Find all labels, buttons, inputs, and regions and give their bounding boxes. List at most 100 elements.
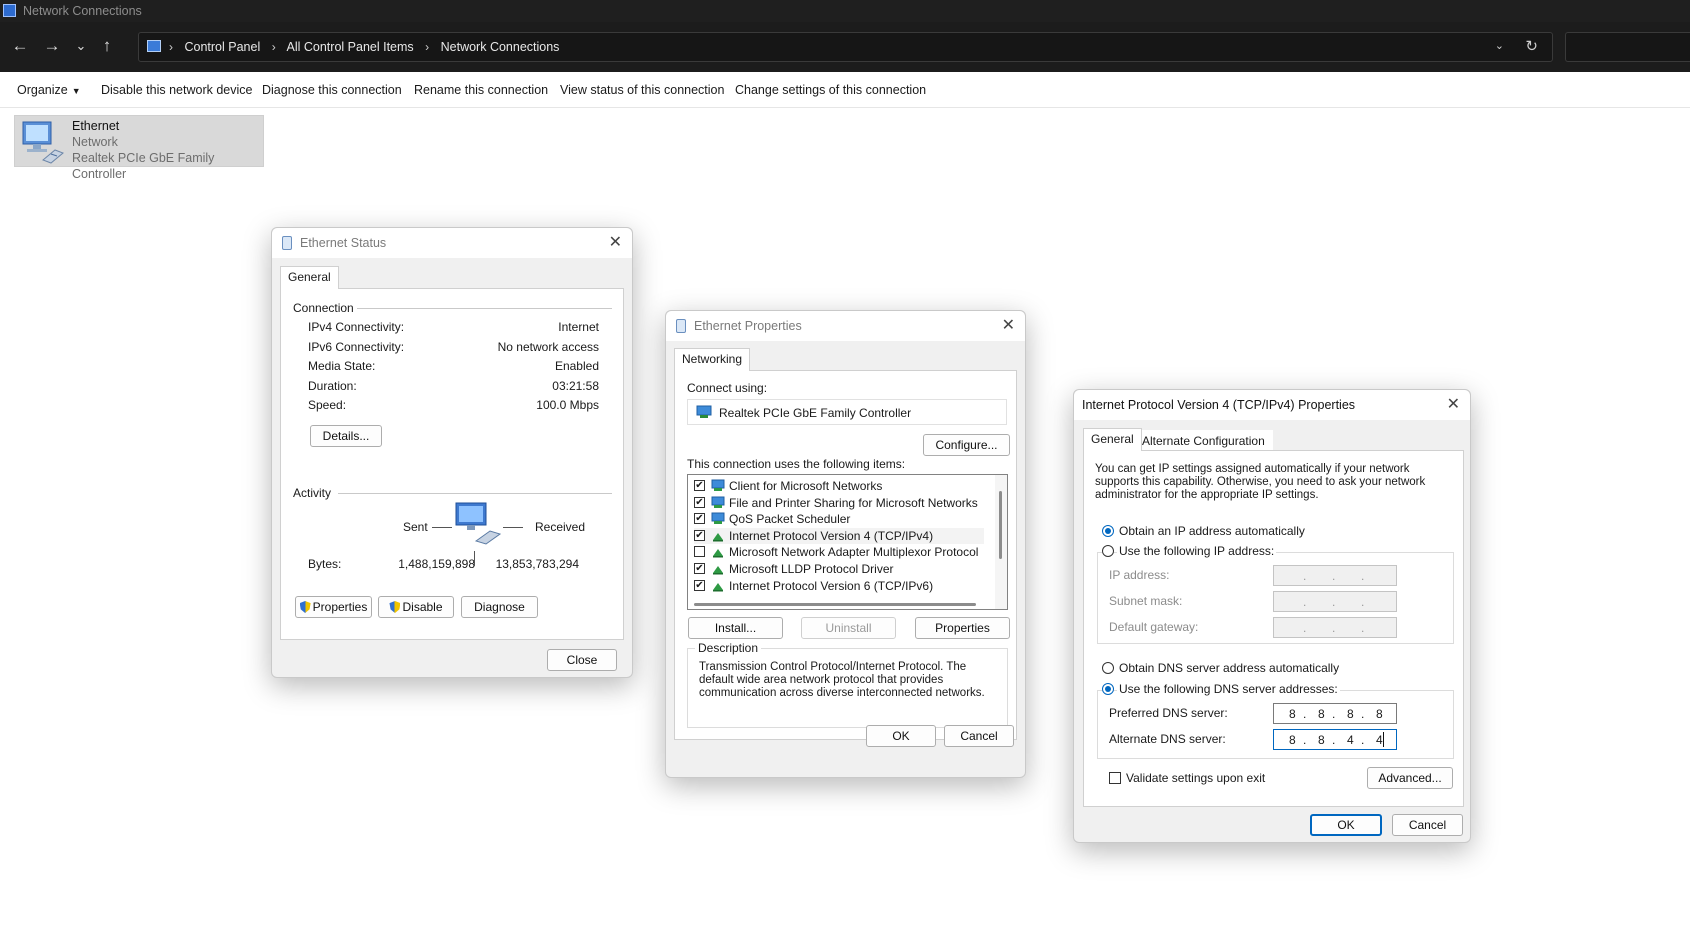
view-status-button[interactable]: View status of this connection [560,83,724,97]
preferred-dns-field[interactable]: 8. 8. 8. 8 [1273,703,1397,724]
tab-networking[interactable]: Networking [674,348,751,371]
install-button[interactable]: Install... [688,617,783,639]
uninstall-button: Uninstall [801,617,896,639]
breadcrumb-all-items[interactable]: All Control Panel Items [287,40,414,54]
obtain-dns-auto-radio[interactable] [1102,662,1114,674]
change-settings-button[interactable]: Change settings of this connection [735,83,926,97]
configure-button[interactable]: Configure... [923,434,1010,456]
use-following-ip-label[interactable]: Use the following IP address: [1117,544,1277,558]
rename-connection-button[interactable]: Rename this connection [414,83,548,97]
alternate-dns-label: Alternate DNS server: [1109,732,1226,746]
item-checkbox[interactable]: ✔ [694,513,705,525]
use-following-ip-radio[interactable] [1102,545,1114,557]
ipv4-properties-title: Internet Protocol Version 4 (TCP/IPv4) P… [1082,398,1356,412]
item-label: Internet Protocol Version 4 (TCP/IPv4) [729,528,934,543]
list-item[interactable]: ✔ File and Printer Sharing for Microsoft … [694,495,984,511]
command-bar: Organize ▼ Disable this network device Di… [0,72,1690,108]
forward-arrow-icon[interactable]: → [41,35,63,57]
item-checkbox[interactable]: ✔ [694,480,705,491]
item-label: File and Printer Sharing for Microsoft N… [729,495,978,510]
item-label: Microsoft Network Adapter Multiplexor Pr… [729,545,979,560]
duration-value: 03:21:58 [552,379,599,393]
divider [357,308,612,309]
validate-settings-label[interactable]: Validate settings upon exit [1126,771,1265,785]
item-label: Internet Protocol Version 6 (TCP/IPv6) [729,578,934,593]
connection-section-label: Connection [293,301,354,315]
recent-locations-chevron-icon[interactable]: ⌄ [70,35,92,57]
ok-button[interactable]: OK [866,725,936,747]
tab-general[interactable]: General [1083,428,1142,451]
organize-button[interactable]: Organize ▼ [17,83,81,97]
up-arrow-icon[interactable]: ↑ [96,35,118,57]
connect-using-label: Connect using: [687,381,768,395]
tab-alternate-configuration[interactable]: Alternate Configuration [1134,430,1273,451]
tab-general[interactable]: General [280,266,339,289]
dns-octet: 8 [1289,733,1296,747]
obtain-dns-auto-label[interactable]: Obtain DNS server address automatically [1119,661,1339,675]
bytes-received-value: 13,853,783,294 [495,557,579,571]
list-item[interactable]: ✔ Client for Microsoft Networks [694,478,984,494]
cancel-button[interactable]: Cancel [1392,814,1463,836]
item-checkbox[interactable] [694,546,705,558]
close-button[interactable]: Close [547,649,617,671]
disable-device-button[interactable]: Disable this network device [101,83,252,97]
obtain-ip-auto-radio[interactable] [1102,525,1114,537]
obtain-ip-auto-label[interactable]: Obtain an IP address automatically [1119,524,1305,538]
list-item[interactable]: ✔ QoS Packet Scheduler [694,511,984,527]
description-label: Description [695,641,762,655]
speed-label: Speed: [308,398,347,412]
item-checkbox[interactable]: ✔ [694,496,705,508]
list-item[interactable]: ✔ Internet Protocol Version 4 (TCP/IPv4) [694,527,984,544]
network-adapter-icon [696,405,712,418]
scrollbar-thumb[interactable] [999,491,1002,559]
network-client-icon [711,479,725,491]
list-item[interactable]: Microsoft Network Adapter Multiplexor Pr… [694,544,984,560]
item-checkbox[interactable]: ✔ [694,579,705,591]
validate-settings-checkbox[interactable] [1109,772,1121,784]
item-checkbox[interactable]: ✔ [694,529,705,541]
horizontal-scrollbar-thumb[interactable] [694,603,976,606]
search-input[interactable] [1565,32,1690,62]
items-listbox[interactable]: ✔ Client for Microsoft Networks ✔ File and … [687,474,1008,610]
list-item[interactable]: ✔ Microsoft LLDP Protocol Driver [694,561,984,577]
uac-shield-icon [299,601,311,613]
refresh-icon[interactable]: ↻ [1525,37,1538,55]
vertical-scrollbar[interactable] [995,475,1007,609]
sent-label: Sent [403,520,428,534]
alternate-dns-field[interactable]: 8. 8. 4. 4 [1273,729,1397,750]
close-icon[interactable]: ✕ [1447,394,1460,414]
ipv6-connectivity-label: IPv6 Connectivity: [308,340,405,354]
breadcrumb-control-panel[interactable]: Control Panel [184,40,260,54]
address-bar[interactable]: › Control Panel › All Control Panel Item… [138,32,1553,62]
close-icon[interactable]: ✕ [1002,315,1015,335]
diagnose-button[interactable]: Diagnose [461,596,538,618]
ok-button[interactable]: OK [1310,814,1382,836]
breadcrumb-network-connections[interactable]: Network Connections [441,40,560,54]
dns-octet: 8 [1376,707,1383,721]
dns-octet: 4 [1347,733,1354,747]
item-properties-button[interactable]: Properties [915,617,1010,639]
back-arrow-icon[interactable]: ← [9,35,31,57]
use-following-dns-radio[interactable] [1102,683,1114,695]
ethernet-connection-item[interactable]: Ethernet Network Realtek PCIe GbE Family… [14,115,264,181]
bytes-sent-value: 1,488,159,898 [398,557,475,571]
media-state-label: Media State: [308,359,376,373]
address-dropdown-chevron-icon[interactable]: ⌄ [1495,39,1504,52]
ethernet-plug-icon [676,319,686,333]
activity-section-label: Activity [293,486,332,500]
details-button[interactable]: Details... [310,425,382,447]
advanced-button[interactable]: Advanced... [1367,767,1453,789]
protocol-icon [713,532,723,542]
preferred-dns-label: Preferred DNS server: [1109,706,1228,720]
diagnose-connection-button[interactable]: Diagnose this connection [262,83,402,97]
ethernet-status-title: Ethernet Status [300,236,387,250]
ethernet-properties-titlebar: Ethernet Properties ✕ [666,311,1025,341]
ipv4-connectivity-label: IPv4 Connectivity: [308,320,405,334]
properties-button[interactable]: Properties [295,596,372,618]
close-icon[interactable]: ✕ [609,232,622,252]
cancel-button[interactable]: Cancel [944,725,1014,747]
use-following-dns-label[interactable]: Use the following DNS server addresses: [1117,682,1340,696]
item-checkbox[interactable]: ✔ [694,563,705,574]
disable-button[interactable]: Disable [378,596,454,618]
list-item[interactable]: ✔ Internet Protocol Version 6 (TCP/IPv6) [694,578,984,594]
